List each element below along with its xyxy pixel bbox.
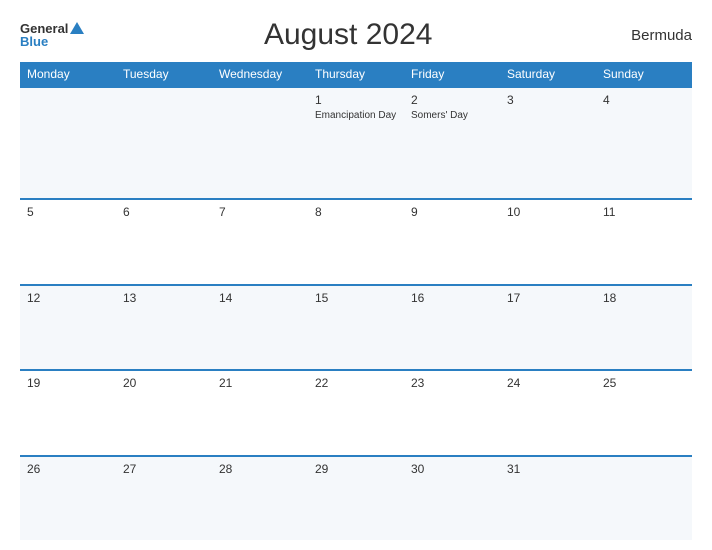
day-event: Emancipation Day <box>315 109 397 122</box>
day-number: 24 <box>507 376 589 390</box>
calendar-cell: 2 Somers' Day <box>404 87 500 199</box>
calendar-cell: 19 <box>20 370 116 456</box>
logo-blue-text: Blue <box>20 35 84 48</box>
logo: General Blue <box>20 22 84 48</box>
calendar-cell: 14 <box>212 285 308 371</box>
calendar-cell <box>20 87 116 199</box>
day-number: 1 <box>315 93 397 107</box>
calendar-cell: 11 <box>596 199 692 285</box>
calendar-cell: 28 <box>212 456 308 540</box>
calendar-cell: 1 Emancipation Day <box>308 87 404 199</box>
day-number: 12 <box>27 291 109 305</box>
day-number: 21 <box>219 376 301 390</box>
calendar-cell: 13 <box>116 285 212 371</box>
column-header-sunday: Sunday <box>596 62 692 87</box>
calendar-cell: 27 <box>116 456 212 540</box>
calendar-cell: 9 <box>404 199 500 285</box>
calendar-cell <box>116 87 212 199</box>
day-number: 14 <box>219 291 301 305</box>
calendar-cell: 25 <box>596 370 692 456</box>
day-number: 26 <box>27 462 109 476</box>
week-row-4: 19 20 21 22 23 24 25 <box>20 370 692 456</box>
header: General Blue August 2024 Bermuda <box>20 18 692 52</box>
calendar-cell: 4 <box>596 87 692 199</box>
day-number: 31 <box>507 462 589 476</box>
day-number: 15 <box>315 291 397 305</box>
column-header-wednesday: Wednesday <box>212 62 308 87</box>
calendar-header: MondayTuesdayWednesdayThursdayFridaySatu… <box>20 62 692 87</box>
calendar-title: August 2024 <box>84 18 612 52</box>
day-number: 23 <box>411 376 493 390</box>
column-header-monday: Monday <box>20 62 116 87</box>
calendar-cell: 6 <box>116 199 212 285</box>
logo-triangle-icon <box>70 22 84 34</box>
calendar-cell <box>596 456 692 540</box>
column-header-thursday: Thursday <box>308 62 404 87</box>
week-row-3: 12 13 14 15 16 17 18 <box>20 285 692 371</box>
calendar-cell: 22 <box>308 370 404 456</box>
calendar-cell: 23 <box>404 370 500 456</box>
week-row-5: 26 27 28 29 30 31 <box>20 456 692 540</box>
column-header-friday: Friday <box>404 62 500 87</box>
calendar-cell: 18 <box>596 285 692 371</box>
calendar-cell: 21 <box>212 370 308 456</box>
day-number: 8 <box>315 205 397 219</box>
day-number: 6 <box>123 205 205 219</box>
calendar-cell: 16 <box>404 285 500 371</box>
day-number: 19 <box>27 376 109 390</box>
day-number: 28 <box>219 462 301 476</box>
day-number: 2 <box>411 93 493 107</box>
day-number: 3 <box>507 93 589 107</box>
day-number: 13 <box>123 291 205 305</box>
calendar-body: 1 Emancipation Day 2 Somers' Day 34 56789 10 11… <box>20 87 692 540</box>
day-number: 11 <box>603 205 685 219</box>
day-number: 5 <box>27 205 109 219</box>
calendar-cell: 12 <box>20 285 116 371</box>
calendar-cell: 24 <box>500 370 596 456</box>
calendar-cell: 29 <box>308 456 404 540</box>
calendar-cell: 7 <box>212 199 308 285</box>
calendar-cell: 15 <box>308 285 404 371</box>
calendar-cell <box>212 87 308 199</box>
calendar-table: MondayTuesdayWednesdayThursdayFridaySatu… <box>20 62 692 540</box>
day-number: 20 <box>123 376 205 390</box>
calendar-cell: 3 <box>500 87 596 199</box>
column-header-saturday: Saturday <box>500 62 596 87</box>
calendar-cell: 8 <box>308 199 404 285</box>
column-header-tuesday: Tuesday <box>116 62 212 87</box>
week-row-1: 1 Emancipation Day 2 Somers' Day 34 <box>20 87 692 199</box>
week-row-2: 56789 10 11 <box>20 199 692 285</box>
page: General Blue August 2024 Bermuda MondayT… <box>0 0 712 550</box>
calendar-cell: 30 <box>404 456 500 540</box>
day-number: 29 <box>315 462 397 476</box>
calendar-cell: 17 <box>500 285 596 371</box>
day-number: 25 <box>603 376 685 390</box>
day-number: 10 <box>507 205 589 219</box>
day-number: 18 <box>603 291 685 305</box>
day-number: 30 <box>411 462 493 476</box>
calendar-cell: 20 <box>116 370 212 456</box>
day-event: Somers' Day <box>411 109 493 122</box>
region-label: Bermuda <box>612 27 692 44</box>
day-number: 17 <box>507 291 589 305</box>
day-number: 7 <box>219 205 301 219</box>
calendar-cell: 10 <box>500 199 596 285</box>
calendar-cell: 31 <box>500 456 596 540</box>
day-number: 22 <box>315 376 397 390</box>
calendar-cell: 5 <box>20 199 116 285</box>
day-number: 9 <box>411 205 493 219</box>
day-number: 4 <box>603 93 685 107</box>
day-number: 27 <box>123 462 205 476</box>
day-number: 16 <box>411 291 493 305</box>
calendar-cell: 26 <box>20 456 116 540</box>
header-row: MondayTuesdayWednesdayThursdayFridaySatu… <box>20 62 692 87</box>
